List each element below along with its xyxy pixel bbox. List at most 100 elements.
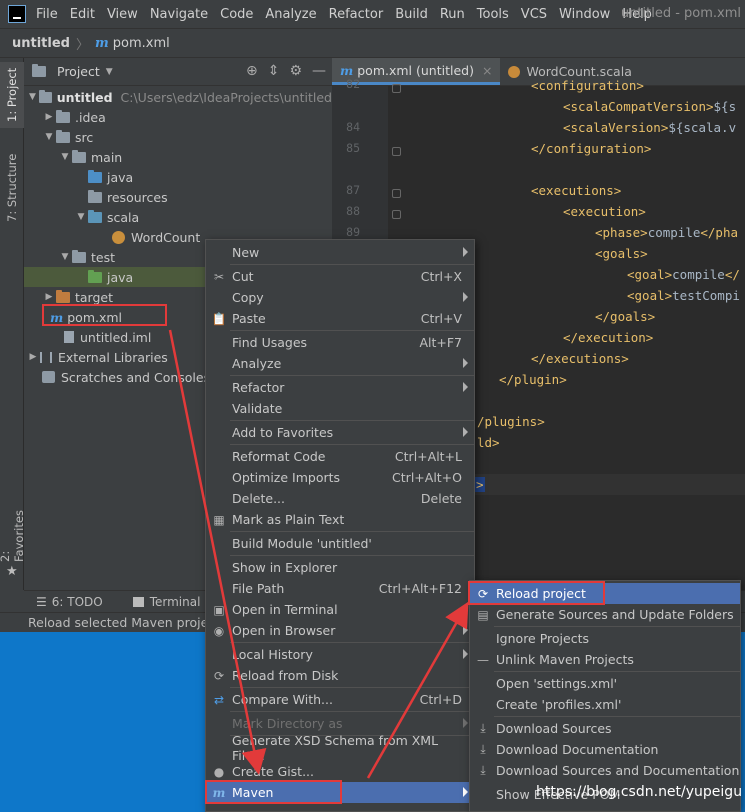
fold-marker-icon[interactable] xyxy=(392,147,401,156)
code-line: </executions> xyxy=(531,351,629,366)
minimize-icon[interactable]: — xyxy=(312,63,326,79)
maven-generate-sources[interactable]: ▤ Generate Sources and Update Folders xyxy=(470,604,740,625)
favorites-tool-tab[interactable]: 2: Favorites xyxy=(0,498,26,562)
menu-analyze[interactable]: Analyze xyxy=(265,7,316,22)
annotation-box-reload xyxy=(468,581,605,605)
ctx-optimize-imports[interactable]: Optimize Imports Ctrl+Alt+O xyxy=(206,467,474,488)
project-tool-tab[interactable]: 1: Project xyxy=(0,62,24,128)
fold-marker-icon[interactable] xyxy=(392,210,401,219)
maven-unlink-projects[interactable]: — Unlink Maven Projects xyxy=(470,649,740,670)
maven-open-settings[interactable]: Open 'settings.xml' xyxy=(470,673,740,694)
collapse-all-icon[interactable]: ⇕ xyxy=(268,63,280,79)
maven-download-documentation[interactable]: ⤓ Download Documentation xyxy=(470,739,740,760)
code-tag: </ xyxy=(724,267,740,282)
menu-label: Reload from Disk xyxy=(232,668,339,683)
project-panel-title[interactable]: Project xyxy=(57,64,100,79)
code-tag: <phase> xyxy=(595,225,648,240)
menu-label: Open in Terminal xyxy=(232,602,338,617)
ctx-cut[interactable]: ✂ Cut Ctrl+X xyxy=(206,266,474,287)
menu-shortcut: Delete xyxy=(420,491,462,506)
tree-node-idea[interactable]: ▶ .idea xyxy=(24,107,332,127)
breadcrumb-file[interactable]: pom.xml xyxy=(113,36,170,51)
ctx-refactor[interactable]: Refactor xyxy=(206,377,474,398)
ctx-compare-with[interactable]: ⇄ Compare With... Ctrl+D xyxy=(206,689,474,710)
menu-separator xyxy=(230,642,474,643)
ctx-reformat-code[interactable]: Reformat Code Ctrl+Alt+L xyxy=(206,446,474,467)
ctx-local-history[interactable]: Local History xyxy=(206,644,474,665)
menu-file[interactable]: File xyxy=(36,7,58,22)
clipboard-icon: 📋 xyxy=(211,311,227,326)
ctx-copy[interactable]: Copy xyxy=(206,287,474,308)
ctx-find-usages[interactable]: Find Usages Alt+F7 xyxy=(206,332,474,353)
ctx-show-in-explorer[interactable]: Show in Explorer xyxy=(206,557,474,578)
ctx-file-path[interactable]: File Path Ctrl+Alt+F12 xyxy=(206,578,474,599)
ctx-create-gist[interactable]: ● Create Gist... xyxy=(206,761,474,782)
code-line: <scalaCompatVersion>${s xyxy=(563,99,736,114)
scala-object-icon xyxy=(112,230,125,244)
tree-node-main[interactable]: ▼ main xyxy=(24,147,332,167)
ctx-mark-plain-text[interactable]: ▦ Mark as Plain Text xyxy=(206,509,474,530)
breadcrumb-project[interactable]: untitled xyxy=(12,36,70,51)
folder-icon xyxy=(56,109,70,123)
menu-navigate[interactable]: Navigate xyxy=(150,7,208,22)
ctx-build-module[interactable]: Build Module 'untitled' xyxy=(206,533,474,554)
ctx-delete[interactable]: Delete... Delete xyxy=(206,488,474,509)
todo-tool-tab[interactable]: ☰ 6: TODO xyxy=(36,595,103,609)
tree-node-root[interactable]: ▼ untitled C:\Users\edz\IdeaProjects\unt… xyxy=(24,87,332,107)
menu-label: Download Documentation xyxy=(496,742,659,757)
ctx-add-to-favorites[interactable]: Add to Favorites xyxy=(206,422,474,443)
ctx-paste[interactable]: 📋 Paste Ctrl+V xyxy=(206,308,474,329)
menu-separator xyxy=(230,420,474,421)
menu-build[interactable]: Build xyxy=(395,7,428,22)
fold-marker-icon[interactable] xyxy=(392,189,401,198)
menu-separator xyxy=(230,330,474,331)
tree-node-scala[interactable]: ▼ scala xyxy=(24,207,332,227)
menu-run[interactable]: Run xyxy=(440,7,465,22)
menu-vcs[interactable]: VCS xyxy=(521,7,547,22)
terminal-tool-tab[interactable]: Terminal xyxy=(132,595,200,609)
maven-download-both[interactable]: ⤓ Download Sources and Documentation xyxy=(470,760,740,781)
menu-shortcut: Ctrl+Alt+F12 xyxy=(378,581,462,596)
menu-label: Analyze xyxy=(232,356,282,371)
terminal-icon xyxy=(132,596,144,607)
expanded-arrow-icon: ▼ xyxy=(28,92,36,102)
maven-download-sources[interactable]: ⤓ Download Sources xyxy=(470,718,740,739)
code-line: <configuration> xyxy=(531,78,644,93)
menu-refactor[interactable]: Refactor xyxy=(329,7,384,22)
menu-label: Show in Explorer xyxy=(232,560,338,575)
menu-label: Find Usages xyxy=(232,335,308,350)
close-icon[interactable]: × xyxy=(482,63,492,78)
locate-icon[interactable]: ⊕ xyxy=(246,63,258,79)
ctx-analyze[interactable]: Analyze xyxy=(206,353,474,374)
folder-icon xyxy=(56,129,70,143)
code-text: compile xyxy=(672,267,725,282)
chevron-down-icon[interactable]: ▼ xyxy=(106,67,113,77)
structure-tool-tab[interactable]: 7: Structure xyxy=(0,148,24,228)
menu-tools[interactable]: Tools xyxy=(477,7,509,22)
maven-ignore-projects[interactable]: Ignore Projects xyxy=(470,628,740,649)
gear-icon[interactable]: ⚙ xyxy=(289,63,302,79)
maven-file-icon: m xyxy=(95,35,109,51)
tree-node-java[interactable]: java xyxy=(24,167,332,187)
tree-node-resources[interactable]: resources xyxy=(24,187,332,207)
menu-code[interactable]: Code xyxy=(220,7,253,22)
collapsed-arrow-icon: ▶ xyxy=(45,112,53,122)
maven-create-profiles[interactable]: Create 'profiles.xml' xyxy=(470,694,740,715)
menu-label: Cut xyxy=(232,269,254,284)
fold-marker-icon[interactable] xyxy=(392,84,401,93)
ctx-open-in-browser[interactable]: ◉ Open in Browser xyxy=(206,620,474,641)
tree-node-src[interactable]: ▼ src xyxy=(24,127,332,147)
menu-window[interactable]: Window xyxy=(559,7,610,22)
ctx-generate-xsd[interactable]: Generate XSD Schema from XML File... xyxy=(206,733,474,763)
folder-icon xyxy=(72,149,86,163)
window-title: untitled - pom.xml xyxy=(620,6,741,21)
ctx-new[interactable]: New xyxy=(206,242,474,263)
menu-edit[interactable]: Edit xyxy=(70,7,95,22)
ctx-validate[interactable]: Validate xyxy=(206,398,474,419)
ctx-reload-from-disk[interactable]: ⟳ Reload from Disk xyxy=(206,665,474,686)
ctx-open-in-terminal[interactable]: ▣ Open in Terminal xyxy=(206,599,474,620)
scratches-icon xyxy=(42,371,55,383)
breadcrumb-separator-icon: 〉 xyxy=(75,37,89,53)
menu-view[interactable]: View xyxy=(107,7,138,22)
expanded-arrow-icon: ▼ xyxy=(77,212,85,222)
